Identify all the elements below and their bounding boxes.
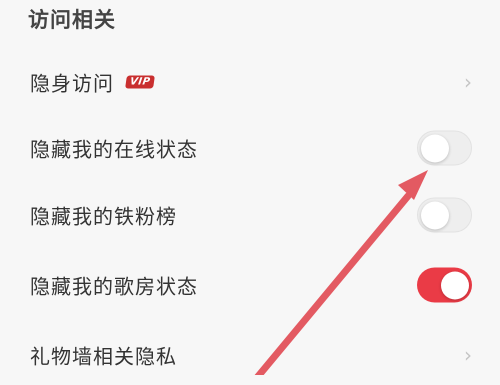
section-header: 访问相关: [28, 8, 116, 32]
setting-row-gift-wall-privacy[interactable]: 礼物墙相关隐私 ›: [0, 325, 500, 385]
setting-row-invisible-visit[interactable]: 隐身访问 VIP ›: [0, 52, 500, 112]
chevron-right-icon: ›: [464, 70, 472, 94]
hide-room-status-toggle[interactable]: [417, 267, 472, 303]
setting-label: 礼物墙相关隐私: [30, 344, 177, 369]
setting-row-hide-online-status: 隐藏我的在线状态: [0, 118, 500, 178]
setting-label: 隐身访问: [30, 71, 114, 96]
setting-label: 隐藏我的在线状态: [30, 137, 198, 162]
setting-row-hide-fan-list: 隐藏我的铁粉榜: [0, 185, 500, 245]
setting-label: 隐藏我的歌房状态: [30, 274, 198, 299]
vip-badge: VIP: [125, 75, 156, 89]
setting-row-hide-room-status: 隐藏我的歌房状态: [0, 255, 500, 315]
toggle-knob: [421, 201, 449, 230]
toggle-knob: [421, 134, 449, 163]
hide-fan-list-toggle[interactable]: [417, 197, 472, 233]
hide-online-status-toggle[interactable]: [417, 130, 472, 166]
setting-label: 隐藏我的铁粉榜: [30, 204, 177, 229]
chevron-right-icon: ›: [464, 343, 472, 367]
toggle-knob: [441, 271, 469, 299]
